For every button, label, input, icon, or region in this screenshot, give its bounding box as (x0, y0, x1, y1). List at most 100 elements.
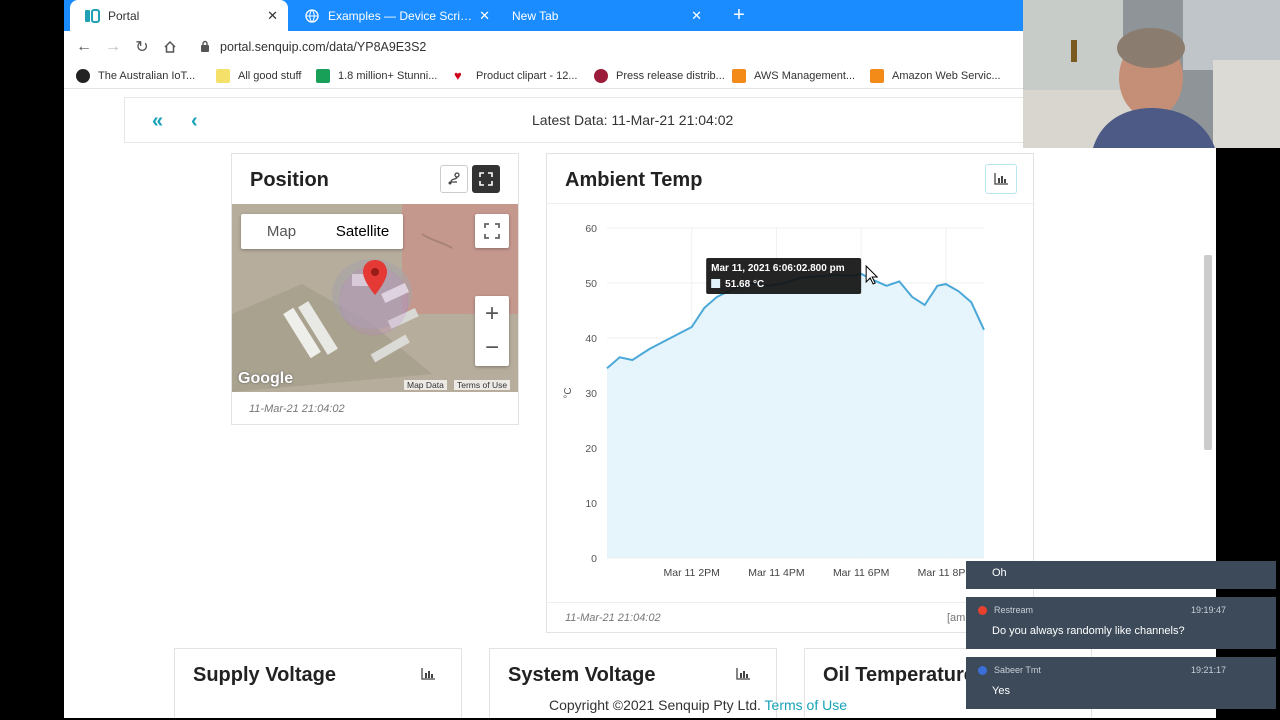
aws-icon (732, 69, 746, 83)
y-tick-label: 40 (585, 333, 597, 345)
senquip-favicon-icon (84, 8, 100, 24)
x-tick-label: Mar 11 2PM (664, 567, 720, 579)
y-tick-label: 0 (591, 553, 597, 565)
y-tick-label: 20 (585, 443, 597, 455)
chart-icon[interactable] (736, 667, 750, 685)
chat-text: Do you always randomly like channels? (992, 625, 1185, 637)
tab-title: Examples — Device Scripting Gu (328, 8, 478, 23)
bookmark-item[interactable]: Amazon Web Servic... (870, 68, 1001, 84)
divider (547, 203, 1035, 204)
aws-icon (870, 69, 884, 83)
chat-message: Oh (966, 561, 1276, 589)
temp-timestamp: 11-Mar-21 21:04:02 (565, 612, 661, 624)
folder-icon (216, 69, 230, 83)
chart-icon[interactable] (985, 164, 1017, 194)
tab-examples[interactable]: Examples — Device Scripting Gu ✕ (290, 0, 500, 31)
tab-portal[interactable]: Portal ✕ (70, 0, 288, 31)
tooltip-time: Mar 11, 2021 6:06:02.800 pm (711, 263, 845, 274)
lock-icon (200, 40, 210, 55)
home-icon[interactable] (158, 35, 182, 59)
y-tick-label: 60 (585, 223, 597, 235)
satellite-map[interactable]: Map Satellite + − Google Map Data Terms … (232, 204, 518, 392)
zoom-out-icon[interactable]: − (485, 331, 499, 365)
latest-data-label: Latest Data: 11-Mar-21 21:04:02 (532, 112, 734, 128)
bookmark-item[interactable]: AWS Management... (732, 68, 855, 84)
address-bar[interactable]: portal.senquip.com/data/YP8A9E3S2 (200, 35, 426, 59)
satellite-tab[interactable]: Satellite (322, 214, 403, 249)
bookmark-icon (316, 69, 330, 83)
card-title: System Voltage (508, 664, 656, 686)
map-terms-link[interactable]: Terms of Use (454, 380, 511, 390)
terms-of-use-link[interactable]: Terms of Use (765, 697, 847, 713)
position-timestamp: 11-Mar-21 21:04:02 (249, 403, 345, 415)
chat-message: Sabeer Tmt 19:21:17 Yes (966, 657, 1276, 709)
google-logo: Google (238, 370, 294, 387)
series-area (607, 273, 984, 558)
fullscreen-icon[interactable] (472, 165, 500, 193)
screen: Portal ✕ Examples — Device Scripting Gu … (0, 0, 1280, 720)
chat-text: Oh (992, 567, 1007, 579)
new-tab-plus-icon[interactable]: + (728, 4, 750, 26)
globe-icon (304, 8, 320, 24)
y-tick-label: 50 (585, 278, 597, 290)
route-icon[interactable] (440, 165, 468, 193)
map-marker-icon[interactable] (453, 250, 475, 280)
temp-chart[interactable]: 0 10 20 30 40 50 60 Mar 11 2PM Mar 11 4PM Mar 11 … (547, 206, 1035, 586)
y-tick-label: 10 (585, 498, 597, 510)
card-title: Supply Voltage (193, 664, 336, 686)
presenter-video (1023, 0, 1280, 148)
bookmark-item[interactable]: The Australian IoT... (76, 68, 195, 84)
tooltip-swatch (711, 279, 721, 288)
restream-icon (978, 606, 987, 615)
x-tick-label: Mar 11 4PM (748, 567, 804, 579)
card-title: Position (250, 169, 329, 191)
ambient-temp-card: Ambient Temp 0 10 20 30 40 50 60 Mar 11 2PM Mar … (546, 153, 1035, 633)
tab-title: Portal (108, 8, 140, 23)
chat-message: Restream 19:19:47 Do you always randomly… (966, 597, 1276, 649)
facebook-icon (978, 666, 987, 675)
map-data-link[interactable]: Map Data (404, 380, 447, 390)
card-title: Ambient Temp (565, 169, 703, 191)
bookmark-item[interactable]: All good stuff (216, 68, 301, 84)
map-pin-icon[interactable] (362, 260, 388, 296)
chat-time: 19:21:17 (1190, 665, 1226, 675)
reload-icon[interactable]: ↻ (130, 35, 154, 59)
close-icon[interactable]: ✕ (479, 8, 490, 24)
divider (547, 602, 1035, 603)
back-arrow-icon[interactable]: ← (72, 35, 96, 59)
tab-new-tab[interactable]: New Tab ✕ (500, 0, 712, 31)
chevron-left-icon[interactable]: ‹ (191, 110, 198, 133)
forward-arrow-icon[interactable]: → (101, 35, 125, 59)
zoom-controls: + − (475, 296, 509, 366)
tab-title: New Tab (512, 8, 559, 23)
bookmark-item[interactable]: ♥ Product clipart - 12... (454, 68, 578, 84)
close-icon[interactable]: ✕ (267, 8, 278, 24)
bookmark-item[interactable]: 1.8 million+ Stunni... (316, 68, 437, 84)
card-title: Oil Temperature (823, 664, 975, 686)
chat-text: Yes (992, 685, 1010, 697)
webcam-feed (1023, 0, 1280, 148)
close-icon[interactable]: ✕ (691, 8, 702, 24)
x-tick-label: Mar 11 6PM (833, 567, 889, 579)
double-chevron-left-icon[interactable]: « (152, 110, 163, 133)
url-text: portal.senquip.com/data/YP8A9E3S2 (220, 40, 427, 54)
y-axis-label: °C (563, 387, 574, 398)
heart-icon: ♥ (454, 68, 462, 83)
chat-time: 19:19:47 (1190, 605, 1226, 615)
bookmark-icon (76, 69, 90, 83)
zoom-in-icon[interactable]: + (485, 297, 499, 331)
bookmark-item[interactable]: Press release distrib... (594, 68, 725, 84)
position-card: Position Map Satellite + − Google Map Da… (231, 153, 519, 425)
map-fullscreen-icon[interactable] (475, 214, 509, 248)
chart-icon[interactable] (421, 667, 435, 685)
map-type-toggle: Map Satellite (241, 214, 403, 249)
scrollbar-thumb[interactable] (1204, 255, 1212, 450)
chat-author: Restream (994, 605, 1034, 615)
bookmark-icon (594, 69, 608, 83)
copyright-text: Copyright ©2021 Senquip Pty Ltd. (548, 697, 761, 713)
source-label: [am (947, 612, 966, 624)
chat-author: Sabeer Tmt (994, 665, 1041, 675)
y-tick-label: 30 (585, 388, 597, 400)
tooltip-value: 51.68 °C (725, 279, 764, 290)
map-tab[interactable]: Map (241, 214, 322, 249)
